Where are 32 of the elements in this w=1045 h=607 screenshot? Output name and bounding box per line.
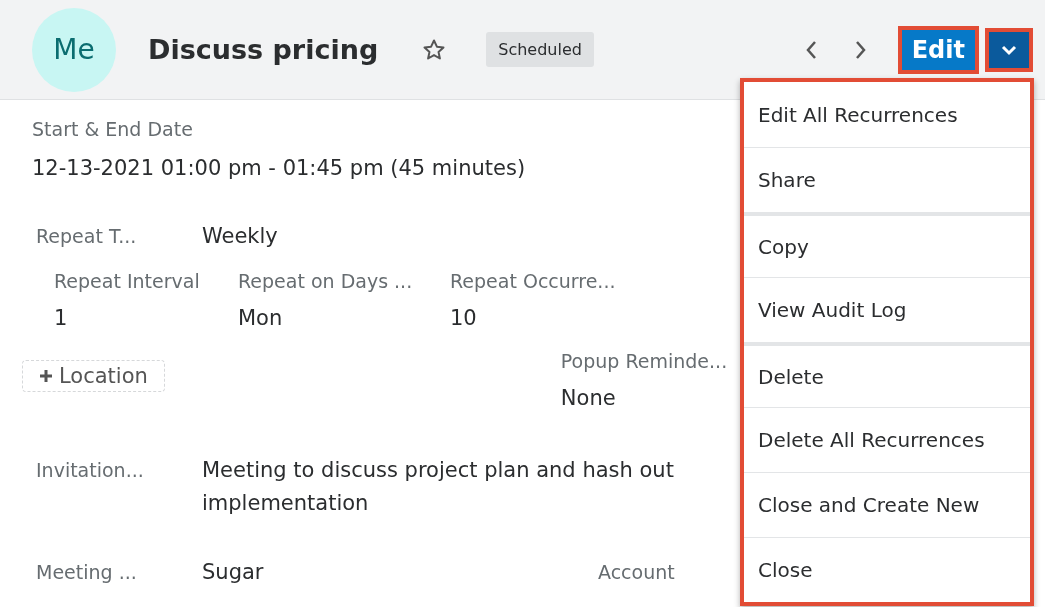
menu-item[interactable]: Share bbox=[744, 147, 1030, 212]
field-label: Account bbox=[598, 561, 675, 583]
field-value: Meeting to discuss project plan and hash out implementation bbox=[202, 457, 675, 517]
field-label: Invitation... bbox=[35, 459, 145, 481]
field-value: 12-13-2021 01:00 pm - 01:45 pm (45 minutes) bbox=[32, 156, 526, 180]
field-value: None bbox=[560, 386, 616, 410]
menu-item[interactable]: Edit All Recurrences bbox=[744, 82, 1030, 147]
field-label: Repeat Interval bbox=[54, 270, 201, 292]
field-label: Repeat on Days ... bbox=[238, 270, 414, 292]
field-value: Weekly bbox=[202, 224, 278, 248]
field-label: Meeting ... bbox=[35, 561, 138, 583]
menu-item[interactable]: Delete bbox=[744, 342, 1030, 407]
record-title: Discuss pricing bbox=[148, 34, 379, 65]
menu-item[interactable]: View Audit Log bbox=[744, 277, 1030, 342]
add-location-button[interactable]: Location bbox=[22, 360, 165, 392]
field-value: Sugar bbox=[202, 560, 265, 584]
status-badge: Scheduled bbox=[486, 32, 594, 67]
star-icon[interactable] bbox=[422, 37, 447, 62]
field-value: Mon bbox=[238, 306, 283, 330]
field-value: 1 bbox=[54, 306, 68, 330]
field-label: Start & End Date bbox=[32, 118, 194, 140]
menu-item[interactable]: Delete All Recurrences bbox=[744, 407, 1030, 472]
menu-item[interactable]: Close bbox=[744, 537, 1030, 602]
plus-icon bbox=[39, 369, 53, 383]
edit-button[interactable]: Edit bbox=[901, 29, 975, 70]
menu-item[interactable]: Copy bbox=[744, 212, 1030, 277]
field-value: 10 bbox=[450, 306, 477, 330]
field-label: Popup Reminde... bbox=[560, 350, 728, 372]
menu-item[interactable]: Close and Create New bbox=[744, 472, 1030, 537]
avatar: Me bbox=[32, 7, 116, 92]
field-label: Repeat T... bbox=[35, 225, 138, 247]
field-label: Repeat Occurre... bbox=[450, 270, 617, 292]
